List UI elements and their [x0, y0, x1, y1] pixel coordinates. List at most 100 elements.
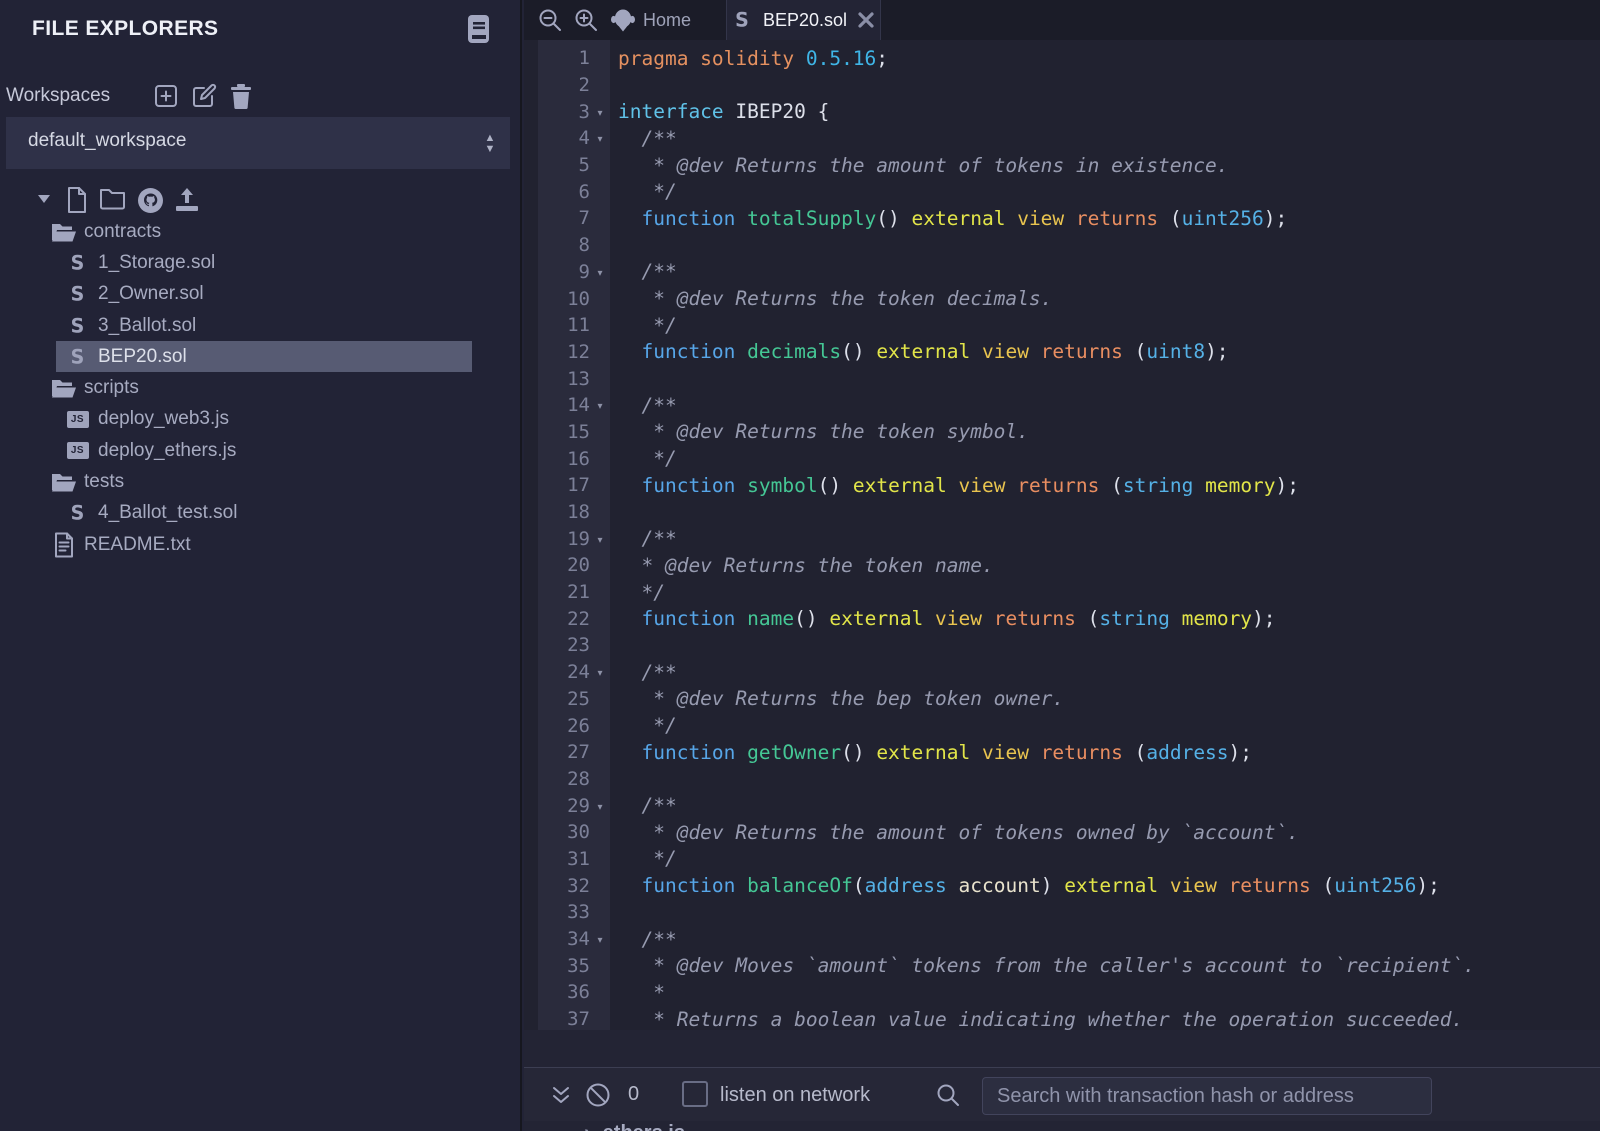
line-number: 36	[524, 981, 590, 1003]
tab-home[interactable]: Home	[608, 0, 726, 40]
code-line-7[interactable]: 7 function totalSupply() external view r…	[524, 205, 1600, 232]
folder-open-icon	[50, 219, 77, 245]
code-line-32[interactable]: 32 function balanceOf(address account) e…	[524, 872, 1600, 899]
tree-item-label: BEP20.sol	[98, 346, 187, 368]
documentation-book-icon[interactable]	[464, 14, 492, 44]
terminal-search-icon	[935, 1082, 961, 1108]
collapse-tree-chevron-icon[interactable]	[36, 192, 54, 206]
tree-item-bep20-sol[interactable]: SBEP20.sol	[56, 341, 472, 372]
fold-spacer	[590, 190, 610, 193]
fold-chevron-icon[interactable]: ▾	[590, 932, 610, 946]
code-line-28[interactable]: 28	[524, 766, 1600, 793]
line-number: 5	[524, 154, 590, 176]
code-line-16[interactable]: 16 */	[524, 445, 1600, 472]
new-folder-icon[interactable]	[99, 186, 126, 212]
tree-item-4-ballot-test-sol[interactable]: S4_Ballot_test.sol	[0, 498, 520, 529]
tree-item-scripts[interactable]: scripts	[0, 372, 520, 403]
tree-item-deploy-web3-js[interactable]: JSdeploy_web3.js	[0, 404, 520, 435]
tree-item-2-owner-sol[interactable]: S2_Owner.sol	[0, 279, 520, 310]
code-line-29[interactable]: 29▾ /**	[524, 792, 1600, 819]
code-line-18[interactable]: 18	[524, 499, 1600, 526]
fold-chevron-icon[interactable]: ▾	[590, 398, 610, 412]
code-line-19[interactable]: 19▾ /**	[524, 525, 1600, 552]
code-line-20[interactable]: 20 * @dev Returns the token name.	[524, 552, 1600, 579]
terminal-search-input[interactable]	[982, 1077, 1432, 1115]
code-line-5[interactable]: 5 * @dev Returns the amount of tokens in…	[524, 152, 1600, 179]
github-icon[interactable]	[137, 187, 164, 214]
tree-item-3-ballot-sol[interactable]: S3_Ballot.sol	[0, 310, 520, 341]
code-line-27[interactable]: 27 function getOwner() external view ret…	[524, 739, 1600, 766]
tree-item-1-storage-sol[interactable]: S1_Storage.sol	[0, 247, 520, 278]
remix-icon	[610, 7, 636, 33]
terminal-content[interactable]: ›ethers.js	[524, 1121, 1600, 1131]
code-line-12[interactable]: 12 function decimals() external view ret…	[524, 339, 1600, 366]
code-line-36[interactable]: 36 *	[524, 979, 1600, 1006]
close-tab-icon[interactable]	[857, 11, 875, 29]
tree-item-label: deploy_ethers.js	[98, 440, 236, 462]
code-line-9[interactable]: 9▾ /**	[524, 259, 1600, 286]
code-line-22[interactable]: 22 function name() external view returns…	[524, 605, 1600, 632]
fold-spacer	[590, 697, 610, 700]
solidity-icon: S	[64, 281, 91, 307]
fold-spacer	[590, 484, 610, 487]
terminal-toolbar: 0 listen on network	[524, 1067, 1600, 1121]
code-line-4[interactable]: 4▾ /**	[524, 125, 1600, 152]
expand-terminal-icon[interactable]	[550, 1082, 572, 1108]
tree-item-readme-txt[interactable]: README.txt	[0, 529, 520, 560]
upload-file-icon[interactable]	[174, 187, 200, 213]
code-line-8[interactable]: 8	[524, 232, 1600, 259]
fold-spacer	[590, 1018, 610, 1021]
listen-on-network-checkbox[interactable]	[682, 1081, 708, 1107]
tree-item-tests[interactable]: tests	[0, 466, 520, 497]
code-text: * @dev Returns the amount of tokens owne…	[610, 821, 1299, 844]
fold-spacer	[590, 297, 610, 300]
workspace-select[interactable]: default_workspace ▲▼	[6, 117, 510, 169]
folder-open-icon	[50, 375, 77, 401]
code-line-24[interactable]: 24▾ /**	[524, 659, 1600, 686]
code-line-15[interactable]: 15 * @dev Returns the token symbol.	[524, 419, 1600, 446]
code-line-2[interactable]: 2	[524, 72, 1600, 99]
line-number: 21	[524, 581, 590, 603]
clear-console-icon[interactable]	[585, 1082, 611, 1108]
fold-spacer	[590, 831, 610, 834]
log-caret-icon[interactable]: ›	[584, 1122, 591, 1131]
code-line-30[interactable]: 30 * @dev Returns the amount of tokens o…	[524, 819, 1600, 846]
code-line-1[interactable]: 1pragma solidity 0.5.16;	[524, 45, 1600, 72]
code-line-37[interactable]: 37 * Returns a boolean value indicating …	[524, 1006, 1600, 1030]
code-line-35[interactable]: 35 * @dev Moves `amount` tokens from the…	[524, 952, 1600, 979]
fold-chevron-icon[interactable]: ▾	[590, 105, 610, 119]
fold-chevron-icon[interactable]: ▾	[590, 799, 610, 813]
delete-workspace-icon[interactable]	[229, 83, 255, 109]
code-line-3[interactable]: 3▾interface IBEP20 {	[524, 98, 1600, 125]
fold-chevron-icon[interactable]: ▾	[590, 665, 610, 679]
code-text: */	[610, 314, 677, 337]
tab-bep20-sol[interactable]: SBEP20.sol	[726, 0, 881, 40]
fold-chevron-icon[interactable]: ▾	[590, 532, 610, 546]
tree-item-contracts[interactable]: contracts	[0, 216, 520, 247]
line-number: 12	[524, 341, 590, 363]
code-line-33[interactable]: 33	[524, 899, 1600, 926]
rename-workspace-icon[interactable]	[191, 83, 217, 109]
code-line-14[interactable]: 14▾ /**	[524, 392, 1600, 419]
code-line-25[interactable]: 25 * @dev Returns the bep token owner.	[524, 686, 1600, 713]
code-line-23[interactable]: 23	[524, 632, 1600, 659]
line-number: 6	[524, 181, 590, 203]
code-editor[interactable]: 1pragma solidity 0.5.16;23▾interface IBE…	[524, 40, 1600, 1030]
code-line-11[interactable]: 11 */	[524, 312, 1600, 339]
fold-chevron-icon[interactable]: ▾	[590, 265, 610, 279]
code-text: pragma solidity 0.5.16;	[610, 47, 888, 70]
select-arrows-icon: ▲▼	[482, 130, 498, 156]
fold-chevron-icon[interactable]: ▾	[590, 131, 610, 145]
code-line-34[interactable]: 34▾ /**	[524, 926, 1600, 953]
new-file-icon[interactable]	[66, 186, 88, 214]
tree-item-deploy-ethers-js[interactable]: JSdeploy_ethers.js	[0, 435, 520, 466]
create-workspace-icon[interactable]	[153, 83, 179, 109]
code-line-26[interactable]: 26 */	[524, 712, 1600, 739]
code-line-6[interactable]: 6 */	[524, 178, 1600, 205]
code-line-31[interactable]: 31 */	[524, 846, 1600, 873]
code-line-17[interactable]: 17 function symbol() external view retur…	[524, 472, 1600, 499]
code-line-21[interactable]: 21 */	[524, 579, 1600, 606]
editor-area: HomeSBEP20.sol 1pragma solidity 0.5.16;2…	[524, 0, 1600, 1131]
code-line-10[interactable]: 10 * @dev Returns the token decimals.	[524, 285, 1600, 312]
code-line-13[interactable]: 13	[524, 365, 1600, 392]
